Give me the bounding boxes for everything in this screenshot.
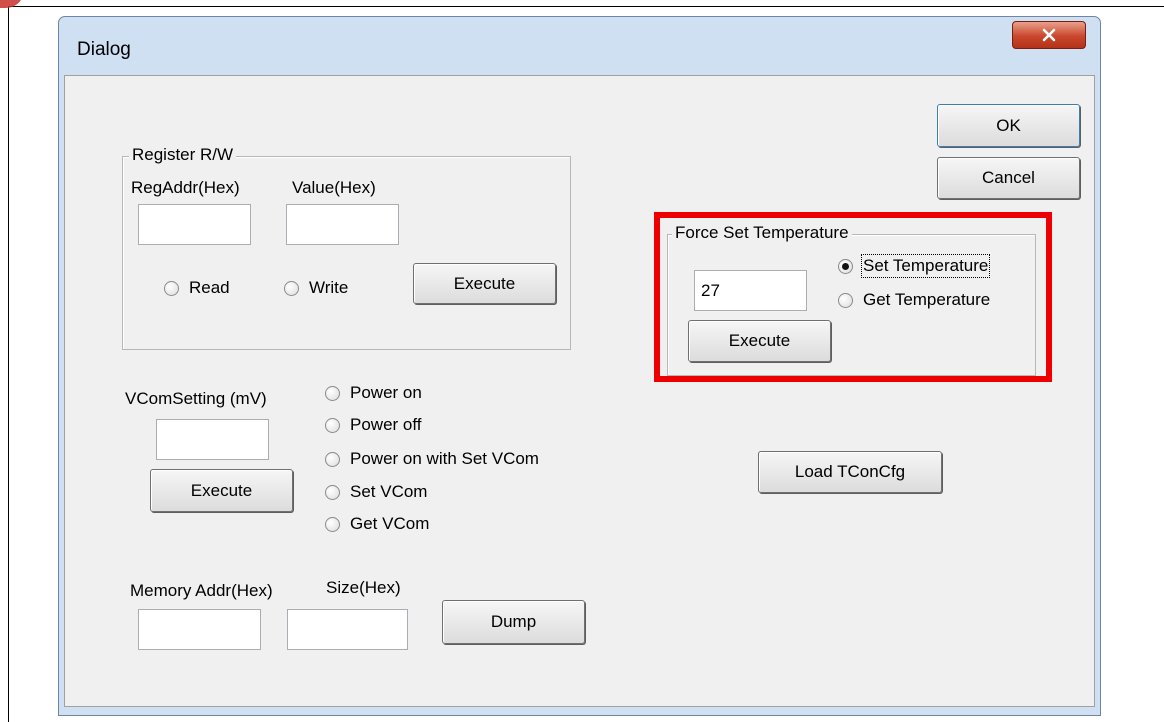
- vcom-setting-label: VComSetting (mV): [125, 389, 267, 408]
- power-on-label: Power on: [350, 383, 422, 402]
- radio-button-icon: [164, 280, 179, 296]
- radio-button-icon: [325, 385, 340, 401]
- dialog-window: Dialog Register R/W RegAddr(Hex) Value(H…: [58, 16, 1101, 716]
- get-temperature-radio[interactable]: Get Temperature: [838, 290, 990, 310]
- radio-button-icon: [325, 451, 340, 467]
- set-temperature-radio[interactable]: Set Temperature: [838, 254, 991, 278]
- ok-button[interactable]: OK: [937, 104, 1080, 147]
- value-label: Value(Hex): [292, 178, 376, 197]
- radio-button-icon: [838, 292, 853, 308]
- force-set-temperature-title: Force Set Temperature: [672, 223, 852, 243]
- close-button[interactable]: [1012, 21, 1086, 49]
- vcom-setting-input[interactable]: [156, 419, 269, 460]
- title-bar: Dialog: [59, 17, 1100, 77]
- size-label: Size(Hex): [326, 578, 401, 597]
- set-vcom-radio[interactable]: Set VCom: [325, 482, 427, 502]
- temperature-input[interactable]: [694, 270, 807, 311]
- get-vcom-radio[interactable]: Get VCom: [325, 514, 429, 534]
- memory-addr-label: Memory Addr(Hex): [130, 581, 273, 600]
- read-radio[interactable]: Read: [164, 278, 230, 298]
- radio-button-icon: [325, 417, 340, 433]
- set-temperature-label: Set Temperature: [860, 254, 991, 278]
- write-radio-label: Write: [309, 278, 349, 297]
- reg-addr-input[interactable]: [138, 204, 251, 245]
- get-vcom-label: Get VCom: [350, 514, 430, 533]
- dump-button[interactable]: Dump: [442, 600, 585, 644]
- radio-button-icon: [325, 516, 340, 532]
- radio-button-icon: [838, 258, 853, 274]
- cancel-button[interactable]: Cancel: [937, 157, 1080, 199]
- write-radio[interactable]: Write: [284, 278, 348, 298]
- value-input[interactable]: [286, 204, 399, 245]
- size-input[interactable]: [287, 609, 408, 650]
- set-vcom-label: Set VCom: [350, 482, 428, 501]
- power-off-radio[interactable]: Power off: [325, 415, 422, 435]
- vcom-execute-button[interactable]: Execute: [150, 469, 293, 512]
- radio-button-icon: [325, 484, 340, 500]
- register-execute-button[interactable]: Execute: [413, 263, 556, 304]
- power-off-label: Power off: [350, 415, 422, 434]
- temperature-execute-button[interactable]: Execute: [688, 320, 831, 362]
- window-title: Dialog: [77, 39, 131, 60]
- close-icon: [1042, 28, 1056, 42]
- memory-addr-input[interactable]: [138, 609, 261, 650]
- reg-addr-label: RegAddr(Hex): [131, 178, 240, 197]
- power-on-with-set-vcom-radio[interactable]: Power on with Set VCom: [325, 449, 539, 469]
- load-tconcfg-button[interactable]: Load TConCfg: [758, 451, 942, 493]
- register-rw-group-title: Register R/W: [129, 145, 237, 165]
- power-on-with-set-vcom-label: Power on with Set VCom: [350, 449, 539, 468]
- dialog-client-area: Register R/W RegAddr(Hex) Value(Hex) Rea…: [64, 75, 1095, 707]
- radio-button-icon: [284, 280, 299, 296]
- get-temperature-label: Get Temperature: [863, 290, 991, 309]
- power-on-radio[interactable]: Power on: [325, 383, 422, 403]
- read-radio-label: Read: [189, 278, 230, 297]
